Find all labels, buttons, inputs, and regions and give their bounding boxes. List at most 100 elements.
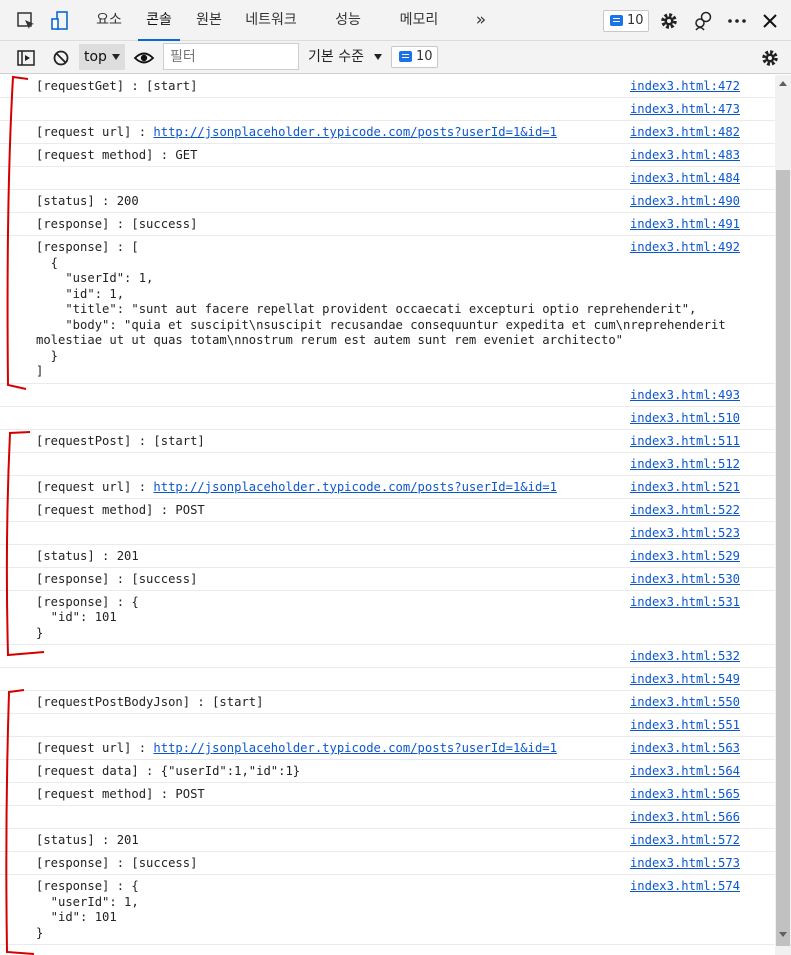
source-location-link[interactable]: index3.html:572 — [630, 833, 740, 849]
context-selector[interactable]: top — [79, 44, 125, 70]
console-message-text: [request url] : http://jsonplaceholder.t… — [36, 741, 557, 757]
console-message-row: [request method] : POST index3.html:522 — [0, 499, 775, 522]
console-message-content: [request method] : POST — [36, 787, 205, 801]
source-location-link[interactable]: index3.html:510 — [630, 411, 740, 427]
source-location-link[interactable]: index3.html:573 — [630, 856, 740, 872]
source-location-link[interactable]: index3.html:473 — [630, 102, 740, 118]
source-location-link[interactable]: index3.html:551 — [630, 718, 740, 734]
message-count-badge[interactable]: 10 — [391, 46, 438, 68]
console-output: [requestGet] : [start] index3.html:472 ind… — [0, 75, 775, 955]
console-message-row: [response] : [success] index3.html:491 — [0, 213, 775, 236]
console-message-text: [request method] : POST — [36, 787, 205, 803]
show-sidebar-icon[interactable] — [16, 48, 36, 68]
console-scrollbar[interactable] — [775, 75, 791, 955]
console-message-text: [request url] : http://jsonplaceholder.t… — [36, 125, 557, 141]
console-settings-gear-icon[interactable] — [759, 47, 781, 69]
console-message-row: [request url] : http://jsonplaceholder.t… — [0, 476, 775, 499]
tab-network[interactable]: 네트워크 — [239, 0, 303, 41]
tab-console[interactable]: 콘솔 — [138, 0, 180, 41]
device-emulation-icon[interactable] — [49, 10, 71, 32]
console-message-content: [response] : [ { "userId": 1, "id": 1, "… — [36, 240, 726, 378]
console-message-text: [request method] : POST — [36, 503, 205, 519]
source-location-link[interactable]: index3.html:529 — [630, 549, 740, 565]
console-message-row: [request method] : GET index3.html:483 — [0, 144, 775, 167]
request-url-link[interactable]: http://jsonplaceholder.typicode.com/post… — [153, 125, 557, 139]
scrollbar-thumb[interactable] — [776, 170, 790, 946]
source-location-link[interactable]: index3.html:511 — [630, 434, 740, 450]
source-location-link[interactable]: index3.html:472 — [630, 79, 740, 95]
log-levels-label: 기본 수준 — [308, 49, 364, 65]
context-selector-value: top — [84, 49, 107, 65]
console-message-row: index3.html:532 — [0, 645, 775, 668]
close-icon[interactable] — [759, 10, 781, 32]
console-message-text: [response] : [success] — [36, 217, 197, 233]
console-message-row: index3.html:551 — [0, 714, 775, 737]
log-levels-dropdown[interactable]: 기본 수준 — [308, 41, 383, 74]
console-message-row: [requestGet] : [start] index3.html:472 — [0, 75, 775, 98]
console-message-row: [request method] : POST index3.html:565 — [0, 783, 775, 806]
more-options-icon[interactable] — [726, 10, 748, 32]
inspect-element-icon[interactable] — [15, 10, 37, 32]
console-message-content: [requestPostBodyJson] : [start] — [36, 695, 264, 709]
source-location-link[interactable]: index3.html:493 — [630, 388, 740, 404]
tab-performance[interactable]: 성능 — [325, 0, 371, 41]
issues-badge[interactable]: 10 — [603, 10, 649, 32]
source-location-link[interactable]: index3.html:549 — [630, 672, 740, 688]
source-location-link[interactable]: index3.html:574 — [630, 879, 740, 895]
console-message-text: [requestPost] : [start] — [36, 434, 205, 450]
console-message-text: [response] : [success] — [36, 572, 197, 588]
source-location-link[interactable]: index3.html:550 — [630, 695, 740, 711]
tab-memory[interactable]: 메모리 — [390, 0, 448, 41]
message-icon — [610, 15, 623, 26]
source-location-link[interactable]: index3.html:492 — [630, 240, 740, 256]
console-message-row: [request data] : {"userId":1,"id":1} inde… — [0, 760, 775, 783]
console-message-content: [status] : 201 — [36, 548, 139, 563]
message-icon — [399, 51, 412, 62]
source-location-link[interactable]: index3.html:566 — [630, 810, 740, 826]
source-location-link[interactable]: index3.html:491 — [630, 217, 740, 233]
source-location-link[interactable]: index3.html:522 — [630, 503, 740, 519]
clear-console-icon[interactable] — [51, 48, 71, 68]
console-message-text: [status] : 200 — [36, 194, 139, 210]
source-location-link[interactable]: index3.html:482 — [630, 125, 740, 141]
more-tabs-button[interactable]: » — [470, 0, 492, 41]
source-location-link[interactable]: index3.html:490 — [630, 194, 740, 210]
source-location-link[interactable]: index3.html:523 — [630, 526, 740, 542]
console-message-text: [response] : { "userId": 1, "id": 101 } — [36, 879, 139, 941]
source-location-link[interactable]: index3.html:564 — [630, 764, 740, 780]
console-message-row: index3.html:473 — [0, 98, 775, 121]
source-location-link[interactable]: index3.html:521 — [630, 480, 740, 496]
chevron-down-icon — [374, 54, 383, 60]
request-url-link[interactable]: http://jsonplaceholder.typicode.com/post… — [153, 480, 557, 494]
console-message-content: [request url] : — [36, 741, 154, 755]
console-message-content: [response] : { "id": 101 } — [36, 594, 139, 640]
source-location-link[interactable]: index3.html:565 — [630, 787, 740, 803]
scroll-up-arrow-icon[interactable] — [779, 81, 787, 86]
chevron-down-icon — [112, 54, 120, 60]
connected-devices-icon[interactable] — [692, 10, 714, 32]
filter-input[interactable] — [163, 43, 299, 70]
console-message-row: [status] : 201 index3.html:529 — [0, 545, 775, 568]
console-message-row: index3.html:566 — [0, 806, 775, 829]
console-message-row: [response] : [ { "userId": 1, "id": 1, "… — [0, 236, 775, 384]
console-message-content: [request url] : — [36, 479, 154, 494]
source-location-link[interactable]: index3.html:532 — [630, 649, 740, 665]
request-url-link[interactable]: http://jsonplaceholder.typicode.com/post… — [153, 741, 557, 755]
source-location-link[interactable]: index3.html:530 — [630, 572, 740, 588]
source-location-link[interactable]: index3.html:531 — [630, 595, 740, 611]
tab-elements[interactable]: 요소 — [88, 0, 130, 41]
console-message-content: [response] : [success] — [36, 217, 198, 231]
source-location-link[interactable]: index3.html:563 — [630, 741, 740, 757]
settings-gear-icon[interactable] — [658, 10, 680, 32]
live-expression-eye-icon[interactable] — [133, 48, 155, 68]
console-message-row: [response] : { "userId": 1, "id": 101 } i… — [0, 875, 775, 945]
console-message-row: [requestPostBodyJson] : [start] index3.ht… — [0, 691, 775, 714]
tab-sources[interactable]: 원본 — [188, 0, 230, 41]
console-message-row: [response] : { "id": 101 } index3.html:53… — [0, 591, 775, 645]
console-message-row: index3.html:523 — [0, 522, 775, 545]
source-location-link[interactable]: index3.html:484 — [630, 171, 740, 187]
scroll-down-arrow-icon[interactable] — [779, 932, 787, 937]
console-message-content: [request data] : {"userId":1,"id":1} — [36, 764, 301, 778]
source-location-link[interactable]: index3.html:483 — [630, 148, 740, 164]
source-location-link[interactable]: index3.html:512 — [630, 457, 740, 473]
